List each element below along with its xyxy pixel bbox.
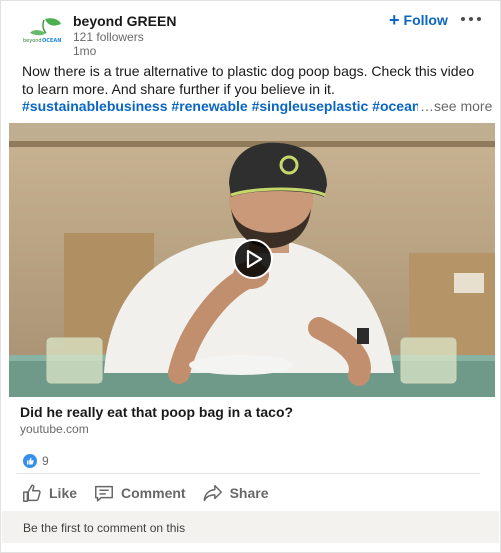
reaction-count: 9 bbox=[42, 454, 49, 468]
hashtag-link[interactable]: #renewable bbox=[171, 98, 251, 114]
ellipsis-dot bbox=[477, 17, 481, 21]
social-divider bbox=[17, 473, 480, 474]
follower-count: 121 followers bbox=[73, 30, 144, 44]
leaf-logo-icon: beyond OCEAN bbox=[23, 18, 61, 44]
plus-icon: + bbox=[389, 10, 400, 30]
company-logo[interactable]: beyond OCEAN bbox=[21, 15, 63, 45]
post-header: beyond OCEAN beyond GREEN 121 followers … bbox=[1, 1, 500, 61]
svg-text:OCEAN: OCEAN bbox=[42, 38, 61, 44]
feed-post-card: beyond OCEAN beyond GREEN 121 followers … bbox=[0, 0, 501, 553]
video-play-button[interactable] bbox=[233, 239, 273, 279]
follow-button[interactable]: + Follow bbox=[389, 10, 448, 30]
svg-text:beyond: beyond bbox=[23, 38, 42, 44]
share-button[interactable]: Share bbox=[194, 478, 277, 508]
ellipsis-dot bbox=[461, 17, 465, 21]
play-icon bbox=[246, 249, 263, 269]
hashtag-link[interactable]: #singleuseplastic bbox=[252, 98, 373, 114]
comment-label: Comment bbox=[121, 485, 186, 501]
hashtag-link[interactable]: #sustainablebusiness bbox=[22, 98, 171, 114]
link-title[interactable]: Did he really eat that poop bag in a tac… bbox=[20, 404, 293, 420]
comment-button[interactable]: Comment bbox=[85, 478, 194, 508]
reactions-summary[interactable]: 9 bbox=[23, 452, 49, 470]
comments-footer: Be the first to comment on this bbox=[2, 511, 499, 543]
see-more-link[interactable]: …see more bbox=[418, 98, 493, 116]
share-label: Share bbox=[229, 485, 269, 501]
like-button[interactable]: Like bbox=[13, 478, 85, 508]
ellipsis-dot bbox=[469, 17, 473, 21]
post-commentary: Now there is a true alternative to plast… bbox=[22, 63, 475, 97]
like-label: Like bbox=[49, 485, 78, 501]
first-comment-prompt[interactable]: Be the first to comment on this bbox=[23, 521, 185, 535]
follow-label: Follow bbox=[403, 12, 448, 28]
comment-icon bbox=[95, 485, 113, 502]
thumbs-up-icon bbox=[23, 484, 41, 502]
link-domain: youtube.com bbox=[20, 422, 89, 436]
more-options-button[interactable] bbox=[459, 11, 483, 27]
like-reaction-icon bbox=[23, 454, 37, 468]
post-timestamp: 1mo bbox=[73, 44, 97, 58]
social-actions-bar: Like Comment Share bbox=[13, 479, 277, 507]
hashtag-link[interactable]: #oceanplasti bbox=[372, 98, 422, 114]
hashtag-list: #sustainablebusiness #renewable #singleu… bbox=[22, 98, 422, 116]
author-name[interactable]: beyond GREEN bbox=[73, 13, 176, 29]
share-arrow-icon bbox=[203, 484, 222, 502]
